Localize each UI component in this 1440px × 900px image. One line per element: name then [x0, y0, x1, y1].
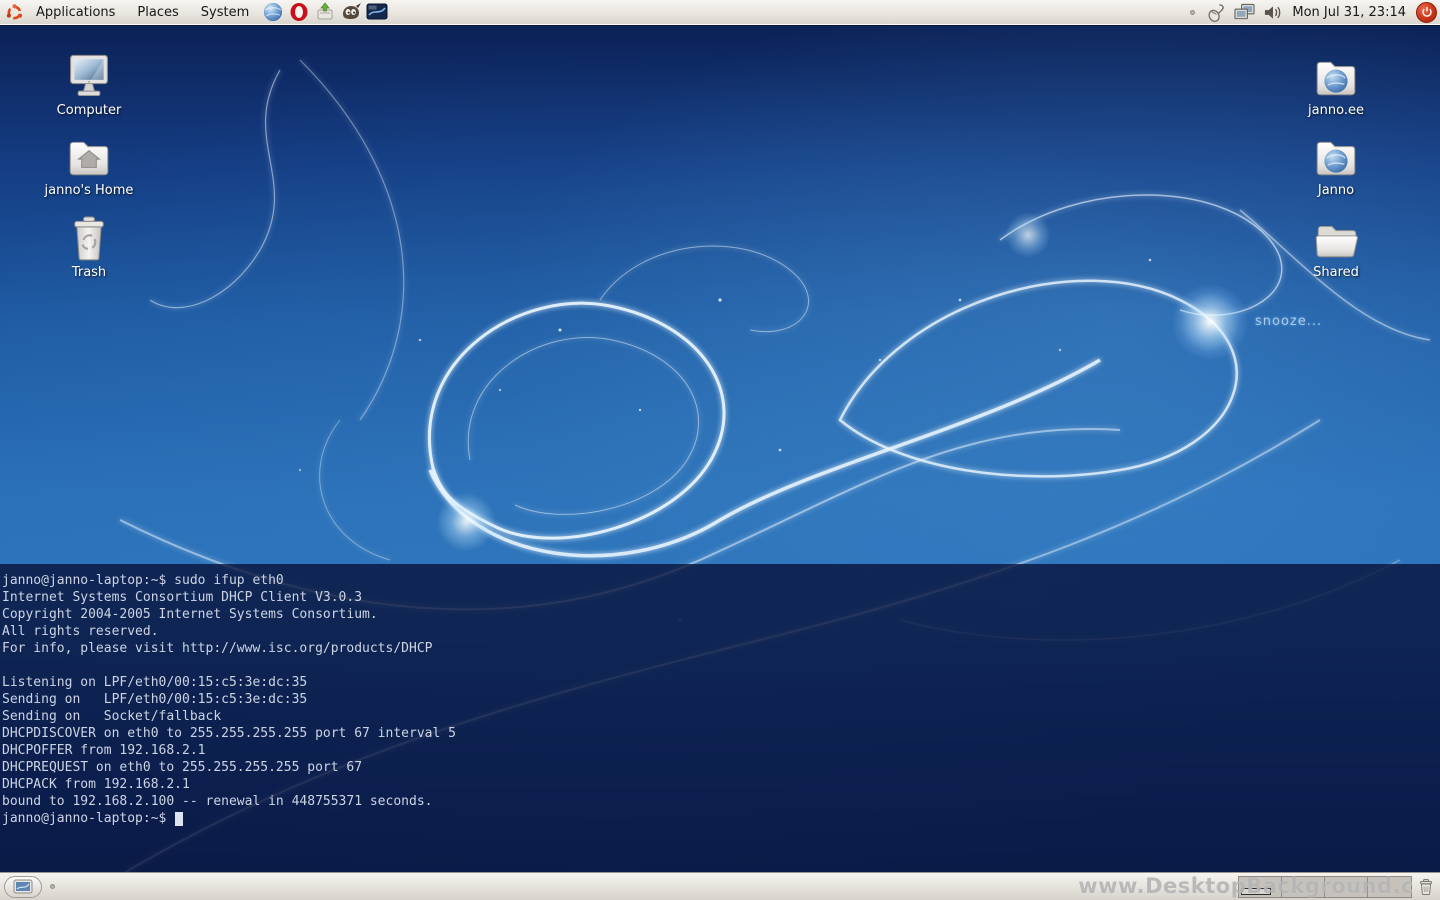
desktop-icon-label: Shared [1288, 265, 1384, 280]
top-panel-right: Mon Jul 31, 23:14 [1182, 0, 1440, 24]
terminal-line: DHCPREQUEST on eth0 to 255.255.255.255 p… [2, 759, 456, 776]
volume-icon[interactable] [1263, 4, 1282, 21]
desktop-icon-janno-ee[interactable]: janno.ee [1288, 50, 1384, 118]
terminal-line: Internet Systems Consortium DHCP Client … [2, 589, 456, 606]
terminal-prompt: janno@janno-laptop:~$ [2, 811, 174, 826]
terminal-line: Sending on LPF/eth0/00:15:c5:3e:dc:35 [2, 691, 456, 708]
terminal-line: For info, please visit http://www.isc.or… [2, 640, 456, 657]
clock[interactable]: Mon Jul 31, 23:14 [1286, 5, 1414, 20]
applet-handle [50, 884, 55, 889]
terminal-line: Sending on Socket/fallback [2, 708, 456, 725]
computer-icon [41, 50, 137, 100]
terminal-window[interactable]: janno@janno-laptop:~$ sudo ifup eth0 Int… [0, 564, 1440, 872]
home-folder-icon [41, 130, 137, 180]
trash-icon [41, 212, 137, 262]
show-desktop-button[interactable] [4, 876, 42, 898]
terminal-output: janno@janno-laptop:~$ sudo ifup eth0 Int… [2, 572, 456, 827]
terminal-line: Listening on LPF/eth0/00:15:c5:3e:dc:35 [2, 674, 456, 691]
gimp-launcher-icon[interactable] [339, 0, 363, 24]
desktop-icon-computer[interactable]: Computer [41, 50, 137, 118]
screenshot-launcher-icon[interactable] [365, 0, 389, 24]
network-monitor-icon[interactable] [1234, 3, 1255, 21]
desktop-icon-label: Janno [1288, 183, 1384, 198]
desktop-icon-label: janno.ee [1288, 103, 1384, 118]
folder-open-icon [1288, 212, 1384, 262]
terminal-line [2, 657, 456, 674]
desktop-icon-label: Trash [41, 265, 137, 280]
workspace-window-thumb [1241, 888, 1271, 895]
menu-applications[interactable]: Applications [25, 0, 126, 24]
workspace-3[interactable] [1325, 877, 1368, 897]
workspace-switcher[interactable] [1238, 876, 1412, 898]
terminal-prompt-line: janno@janno-laptop:~$ [2, 810, 456, 827]
trash-applet-icon[interactable] [1416, 876, 1436, 898]
top-panel: Applications Places System [0, 0, 1440, 25]
ubuntu-logo-icon[interactable] [6, 4, 23, 21]
desktop-icon-home[interactable]: janno's Home [41, 130, 137, 198]
workspace-2[interactable] [1282, 877, 1325, 897]
browser-launcher-icon[interactable] [261, 0, 285, 24]
terminal-line: All rights reserved. [2, 623, 456, 640]
workspace-1[interactable] [1239, 877, 1282, 897]
terminal-line: DHCPOFFER from 192.168.2.1 [2, 742, 456, 759]
desktop-icon-label: janno's Home [41, 183, 137, 198]
top-panel-left: Applications Places System [0, 0, 390, 24]
opera-launcher-icon[interactable] [287, 0, 311, 24]
workspace-4[interactable] [1368, 877, 1411, 897]
terminal-line: bound to 192.168.2.100 -- renewal in 448… [2, 793, 456, 810]
network-folder-icon [1288, 50, 1384, 100]
terminal-cursor [175, 812, 183, 826]
terminal-line: DHCPACK from 192.168.2.1 [2, 776, 456, 793]
desktop-icon-shared[interactable]: Shared [1288, 212, 1384, 280]
menu-system[interactable]: System [190, 0, 260, 24]
desktop-icon-janno[interactable]: Janno [1288, 130, 1384, 198]
desktop-icon-trash[interactable]: Trash [41, 212, 137, 280]
terminal-line: Copyright 2004-2005 Internet Systems Con… [2, 606, 456, 623]
update-manager-launcher-icon[interactable] [313, 0, 337, 24]
network-folder-icon [1288, 130, 1384, 180]
logout-power-button[interactable] [1416, 2, 1437, 23]
terminal-line: DHCPDISCOVER on eth0 to 255.255.255.255 … [2, 725, 456, 742]
terminal-line: janno@janno-laptop:~$ sudo ifup eth0 [2, 572, 456, 589]
desktop-icon-label: Computer [41, 103, 137, 118]
wallpaper-caption: snooze... [1255, 314, 1322, 329]
bottom-panel [0, 872, 1440, 900]
applet-handle [1190, 10, 1195, 15]
mouse-applet-icon[interactable] [1207, 3, 1226, 22]
menu-places[interactable]: Places [126, 0, 189, 24]
